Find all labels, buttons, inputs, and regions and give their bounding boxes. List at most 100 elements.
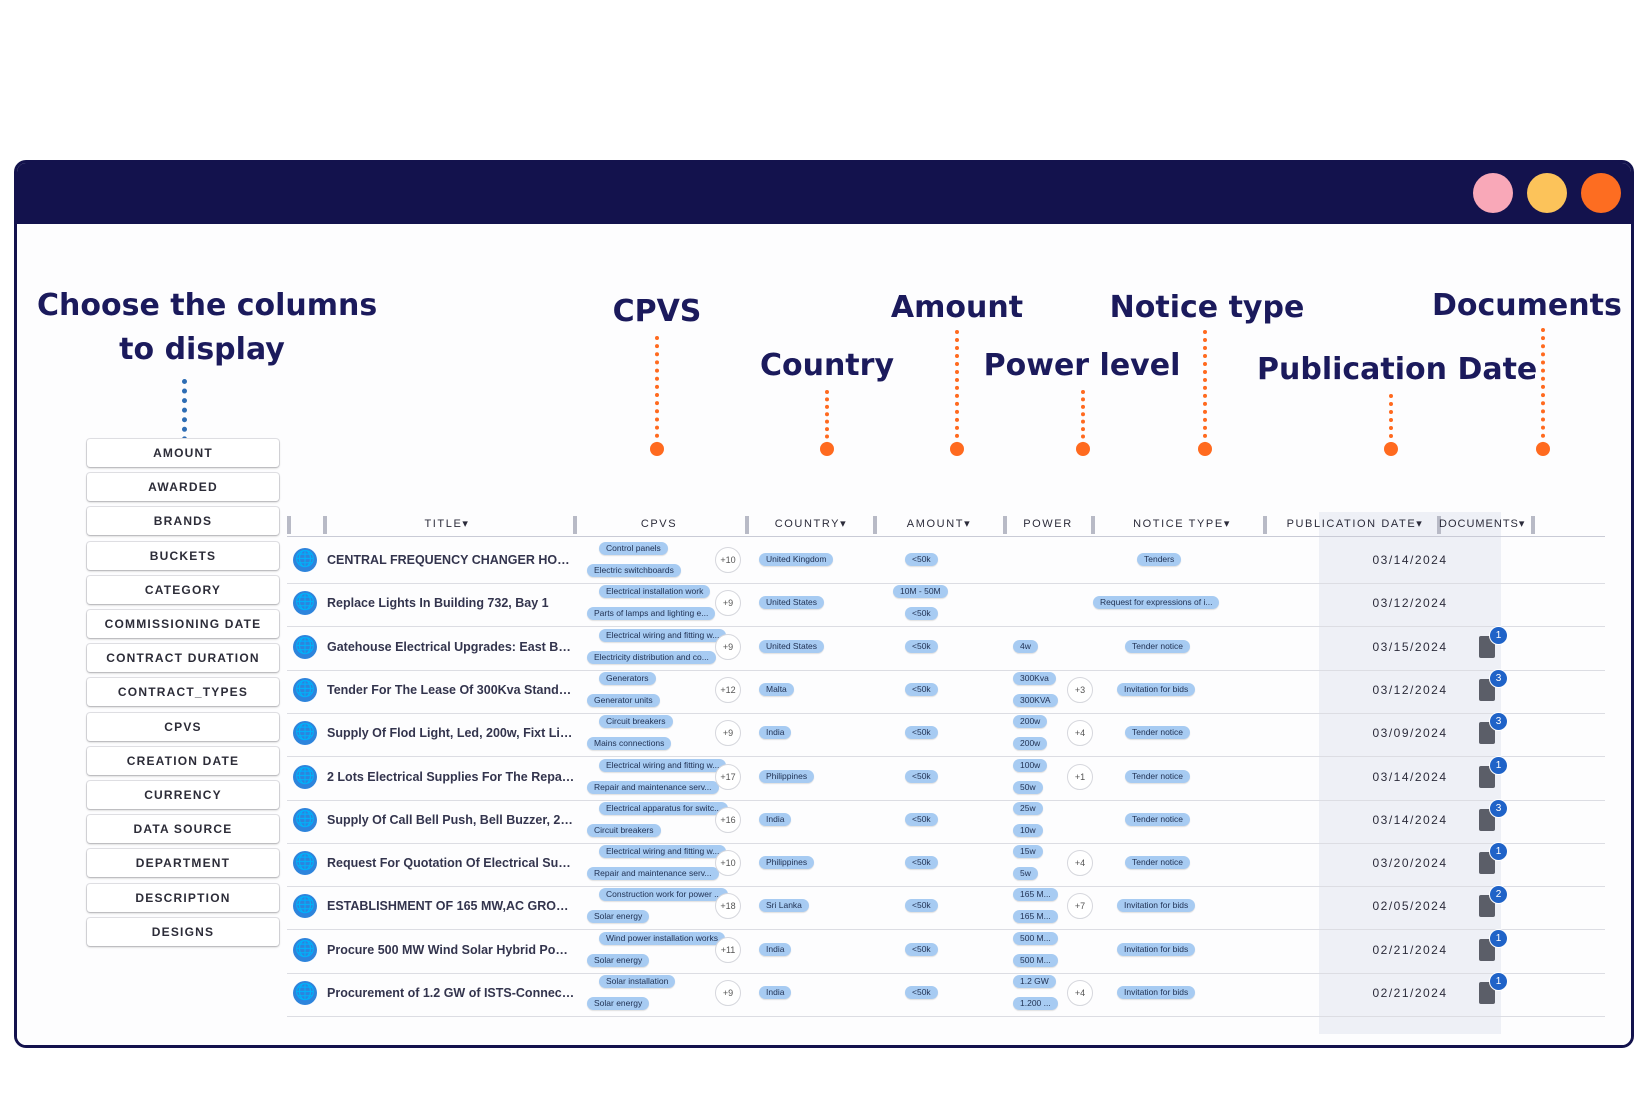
globe-icon[interactable]: 🌐 [293,591,317,616]
power-tag[interactable]: 200w [1013,737,1048,751]
more-cpvs-badge[interactable]: +17 [715,763,741,790]
cpv-tag[interactable]: Circuit breakers [587,823,661,837]
country-tag[interactable]: India [759,986,792,999]
power-tag[interactable]: 5w [1013,867,1038,881]
column-option-buckets[interactable]: BUCKETS [87,541,279,570]
cpv-tag[interactable]: Electrical installation work [599,585,711,599]
country-tag[interactable]: Malta [759,682,794,696]
cpv-tag[interactable]: Solar energy [587,910,650,924]
document-icon[interactable]: 1 [1479,625,1508,658]
cpv-tag[interactable]: Solar installation [599,975,676,988]
header-country[interactable]: COUNTRY▾ [751,512,871,536]
column-option-currency[interactable]: CURRENCY [87,781,279,809]
yellow-window-button[interactable] [1527,173,1567,213]
row-title[interactable]: Request For Quotation Of Electrical Supp… [327,840,575,886]
amount-tag[interactable]: <50k [905,607,938,621]
column-option-brands[interactable]: BRANDS [87,507,279,536]
row-title[interactable]: Supply Of Flod Light, Led, 200w, Fixt Li… [327,710,575,756]
more-cpvs-badge[interactable]: +9 [715,590,741,617]
notice-type-tag[interactable]: Tenders [1137,553,1182,566]
row-title[interactable]: ESTABLISHMENT OF 165 MW,AC GROUND ... [327,883,575,929]
more-cpvs-badge[interactable]: +9 [715,633,741,660]
header-cpvs[interactable]: CPVS [579,512,739,536]
amount-tag[interactable]: 10M - 50M [893,585,948,599]
header-separator[interactable] [873,516,877,534]
cpv-tag[interactable]: Electrical wiring and fitting w... [599,845,727,859]
orange-window-button[interactable] [1581,173,1621,213]
row-title[interactable]: Replace Lights In Building 732, Bay 1 [327,580,575,626]
more-power-badge[interactable]: +3 [1067,676,1093,703]
document-icon[interactable]: 1 [1479,755,1508,788]
amount-tag[interactable]: <50k [905,639,938,653]
document-icon[interactable]: 3 [1479,668,1508,701]
row-title[interactable]: Procurement of 1.2 GW of ISTS-Connected … [327,970,575,1016]
table-row[interactable]: 🌐 Procure 500 MW Wind Solar Hybrid Power W… [287,927,1605,974]
power-tag[interactable]: 165 M... [1013,910,1058,924]
header-documents[interactable]: DOCUMENTS▾ [1439,512,1525,536]
globe-icon[interactable]: 🌐 [293,634,317,659]
amount-tag[interactable]: <50k [905,942,938,956]
column-option-contract-types[interactable]: CONTRACT_TYPES [87,678,279,707]
column-option-designs[interactable]: DESIGNS [87,917,279,946]
more-cpvs-badge[interactable]: +12 [715,676,741,703]
cpv-tag[interactable]: Electrical wiring and fitting w... [599,628,727,642]
table-row[interactable]: 🌐 2 Lots Electrical Supplies For The Repa… [287,754,1605,801]
table-row[interactable]: 🌐 Replace Lights In Building 732, Bay 1 El… [287,580,1605,628]
more-cpvs-badge[interactable]: +9 [715,980,741,1006]
notice-type-tag[interactable]: Tender notice [1125,639,1191,653]
country-tag[interactable]: United States [759,639,825,653]
globe-icon[interactable]: 🌐 [293,721,317,746]
header-publication-date[interactable]: PUBLICATION DATE▾ [1269,512,1441,536]
header-separator[interactable] [573,516,577,534]
globe-icon[interactable]: 🌐 [293,937,317,962]
country-tag[interactable]: United Kingdom [759,553,834,566]
table-row[interactable]: 🌐 Gatehouse Electrical Upgrades: East Bri… [287,624,1605,671]
more-cpvs-badge[interactable]: +9 [715,720,741,747]
row-title[interactable]: Supply Of Call Bell Push, Bell Buzzer, 2… [327,797,575,843]
row-title[interactable]: Procure 500 MW Wind Solar Hybrid Power [327,927,575,973]
notice-type-tag[interactable]: Invitation for bids [1117,899,1196,913]
cpv-tag[interactable]: Electrical apparatus for switc... [599,801,729,815]
more-power-badge[interactable]: +4 [1067,980,1093,1006]
country-tag[interactable]: Sri Lanka [759,899,809,913]
header-title[interactable]: TITLE▾ [327,512,567,536]
more-power-badge[interactable]: +4 [1067,850,1093,877]
table-row[interactable]: 🌐 Tender For The Lease Of 300Kva Stand-By… [287,667,1605,714]
country-tag[interactable]: India [759,812,792,826]
notice-type-tag[interactable]: Request for expressions of i... [1093,596,1220,610]
more-cpvs-badge[interactable]: +18 [715,893,741,920]
cpv-tag[interactable]: Electricity distribution and co... [587,650,716,664]
document-icon[interactable]: 2 [1479,885,1508,918]
notice-type-tag[interactable]: Tender notice [1125,812,1191,826]
power-tag[interactable]: 4w [1013,639,1038,653]
table-row[interactable]: 🌐 CENTRAL FREQUENCY CHANGER HOUSE S... Con… [287,537,1605,584]
table-row[interactable]: 🌐 Supply Of Call Bell Push, Bell Buzzer, … [287,797,1605,844]
row-title[interactable]: Tender For The Lease Of 300Kva Stand-By … [327,667,575,713]
globe-icon[interactable]: 🌐 [293,764,317,789]
more-cpvs-badge[interactable]: +10 [715,547,741,573]
country-tag[interactable]: Philippines [759,769,815,783]
country-tag[interactable]: India [759,726,792,740]
power-tag[interactable]: 25w [1013,801,1043,815]
notice-type-tag[interactable]: Invitation for bids [1117,986,1196,999]
notice-type-tag[interactable]: Tender notice [1125,856,1191,870]
cpv-tag[interactable]: Repair and maintenance serv... [587,780,719,794]
power-tag[interactable]: 1.200 ... [1013,997,1058,1010]
row-title[interactable]: 2 Lots Electrical Supplies For The Repai… [327,754,575,800]
notice-type-tag[interactable]: Invitation for bids [1117,682,1196,696]
row-title[interactable]: CENTRAL FREQUENCY CHANGER HOUSE S... [327,537,575,583]
cpv-tag[interactable]: Mains connections [587,737,672,751]
amount-tag[interactable]: <50k [905,899,938,913]
pink-window-button[interactable] [1473,173,1513,213]
more-power-badge[interactable]: +4 [1067,720,1093,747]
document-icon[interactable]: 1 [1479,972,1508,1004]
amount-tag[interactable]: <50k [905,726,938,740]
amount-tag[interactable]: <50k [905,553,938,566]
row-title[interactable]: Gatehouse Electrical Upgrades: East Brim… [327,624,575,670]
cpv-tag[interactable]: Circuit breakers [599,715,673,729]
notice-type-tag[interactable]: Invitation for bids [1117,942,1196,956]
document-icon[interactable]: 1 [1479,928,1508,961]
power-tag[interactable]: 300KVA [1013,693,1058,707]
cpv-tag[interactable]: Solar energy [587,997,650,1010]
cpv-tag[interactable]: Electric switchboards [587,564,681,577]
